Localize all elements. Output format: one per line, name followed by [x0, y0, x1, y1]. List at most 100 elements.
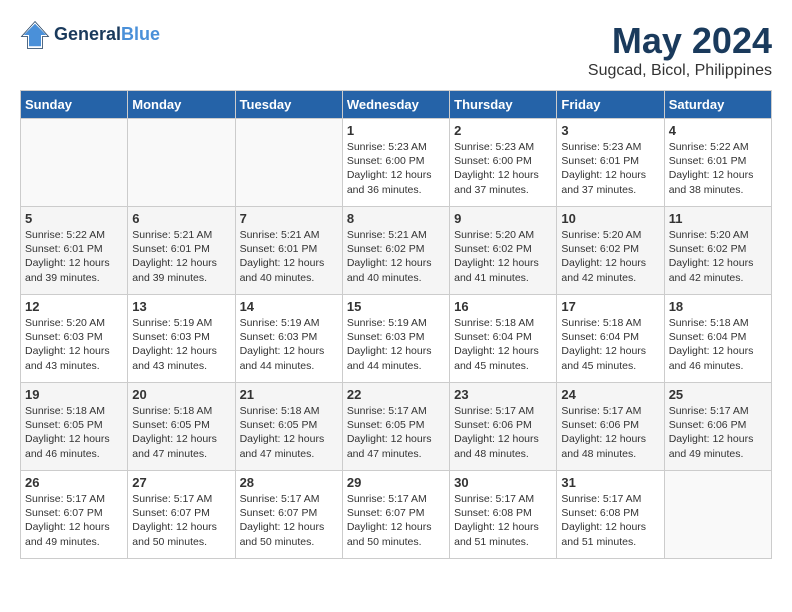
cell-content: Sunrise: 5:17 AMSunset: 6:07 PMDaylight:… — [240, 492, 338, 549]
day-number: 30 — [454, 475, 552, 490]
day-number: 25 — [669, 387, 767, 402]
calendar-cell — [128, 119, 235, 207]
cell-content: Sunrise: 5:20 AMSunset: 6:02 PMDaylight:… — [561, 228, 659, 285]
calendar-cell: 17Sunrise: 5:18 AMSunset: 6:04 PMDayligh… — [557, 295, 664, 383]
day-number: 24 — [561, 387, 659, 402]
day-number: 23 — [454, 387, 552, 402]
day-number: 13 — [132, 299, 230, 314]
calendar-week-row: 5 Sunrise: 5:22 AMSunset: 6:01 PMDaylight… — [21, 207, 772, 295]
cell-content: Sunrise: 5:23 AMSunset: 6:01 PMDaylight:… — [561, 140, 659, 197]
calendar-cell: 6 Sunrise: 5:21 AMSunset: 6:01 PMDaylight… — [128, 207, 235, 295]
calendar-cell: 8Sunrise: 5:21 AMSunset: 6:02 PMDaylight… — [342, 207, 449, 295]
page-header: GeneralBlue May 2024 Sugcad, Bicol, Phil… — [20, 20, 772, 80]
calendar-cell: 25 Sunrise: 5:17 AMSunset: 6:06 PMDayligh… — [664, 383, 771, 471]
day-of-week-header: Friday — [557, 91, 664, 119]
cell-content: Sunrise: 5:18 AMSunset: 6:05 PMDaylight:… — [132, 404, 230, 461]
day-number: 21 — [240, 387, 338, 402]
calendar-cell: 13 Sunrise: 5:19 AMSunset: 6:03 PMDayligh… — [128, 295, 235, 383]
calendar-cell: 1Sunrise: 5:23 AMSunset: 6:00 PMDaylight… — [342, 119, 449, 207]
day-number: 4 — [669, 123, 767, 138]
day-number: 3 — [561, 123, 659, 138]
calendar-cell — [21, 119, 128, 207]
cell-content: Sunrise: 5:17 AMSunset: 6:08 PMDaylight:… — [454, 492, 552, 549]
day-number: 18 — [669, 299, 767, 314]
calendar-cell: 21 Sunrise: 5:18 AMSunset: 6:05 PMDayligh… — [235, 383, 342, 471]
calendar-table: SundayMondayTuesdayWednesdayThursdayFrid… — [20, 90, 772, 559]
day-number: 31 — [561, 475, 659, 490]
day-number: 5 — [25, 211, 123, 226]
cell-content: Sunrise: 5:17 AMSunset: 6:06 PMDaylight:… — [669, 404, 767, 461]
day-of-week-header: Saturday — [664, 91, 771, 119]
title-block: May 2024 Sugcad, Bicol, Philippines — [588, 20, 772, 80]
day-number: 28 — [240, 475, 338, 490]
day-number: 7 — [240, 211, 338, 226]
calendar-cell: 18 Sunrise: 5:18 AMSunset: 6:04 PMDayligh… — [664, 295, 771, 383]
logo-text: GeneralBlue — [54, 25, 160, 45]
calendar-week-row: 1Sunrise: 5:23 AMSunset: 6:00 PMDaylight… — [21, 119, 772, 207]
cell-content: Sunrise: 5:17 AMSunset: 6:05 PMDaylight:… — [347, 404, 445, 461]
cell-content: Sunrise: 5:18 AMSunset: 6:04 PMDaylight:… — [561, 316, 659, 373]
calendar-cell: 15Sunrise: 5:19 AMSunset: 6:03 PMDayligh… — [342, 295, 449, 383]
calendar-week-row: 26Sunrise: 5:17 AMSunset: 6:07 PMDayligh… — [21, 471, 772, 559]
calendar-cell: 9 Sunrise: 5:20 AMSunset: 6:02 PMDaylight… — [450, 207, 557, 295]
day-number: 9 — [454, 211, 552, 226]
calendar-cell: 14 Sunrise: 5:19 AMSunset: 6:03 PMDayligh… — [235, 295, 342, 383]
day-of-week-header: Sunday — [21, 91, 128, 119]
calendar-cell: 20 Sunrise: 5:18 AMSunset: 6:05 PMDayligh… — [128, 383, 235, 471]
cell-content: Sunrise: 5:18 AMSunset: 6:05 PMDaylight:… — [240, 404, 338, 461]
month-title: May 2024 — [588, 20, 772, 62]
cell-content: Sunrise: 5:19 AMSunset: 6:03 PMDaylight:… — [132, 316, 230, 373]
cell-content: Sunrise: 5:19 AMSunset: 6:03 PMDaylight:… — [347, 316, 445, 373]
day-number: 12 — [25, 299, 123, 314]
calendar-week-row: 12 Sunrise: 5:20 AMSunset: 6:03 PMDayligh… — [21, 295, 772, 383]
day-number: 27 — [132, 475, 230, 490]
day-of-week-header: Monday — [128, 91, 235, 119]
calendar-cell: 28 Sunrise: 5:17 AMSunset: 6:07 PMDayligh… — [235, 471, 342, 559]
calendar-cell — [235, 119, 342, 207]
calendar-cell: 11 Sunrise: 5:20 AMSunset: 6:02 PMDayligh… — [664, 207, 771, 295]
day-of-week-header: Tuesday — [235, 91, 342, 119]
calendar-cell: 19Sunrise: 5:18 AMSunset: 6:05 PMDayligh… — [21, 383, 128, 471]
cell-content: Sunrise: 5:23 AMSunset: 6:00 PMDaylight:… — [347, 140, 445, 197]
calendar-cell: 5 Sunrise: 5:22 AMSunset: 6:01 PMDaylight… — [21, 207, 128, 295]
day-number: 16 — [454, 299, 552, 314]
calendar-cell: 12 Sunrise: 5:20 AMSunset: 6:03 PMDayligh… — [21, 295, 128, 383]
day-number: 10 — [561, 211, 659, 226]
cell-content: Sunrise: 5:20 AMSunset: 6:02 PMDaylight:… — [454, 228, 552, 285]
cell-content: Sunrise: 5:17 AMSunset: 6:06 PMDaylight:… — [454, 404, 552, 461]
cell-content: Sunrise: 5:21 AMSunset: 6:02 PMDaylight:… — [347, 228, 445, 285]
day-number: 14 — [240, 299, 338, 314]
cell-content: Sunrise: 5:23 AMSunset: 6:00 PMDaylight:… — [454, 140, 552, 197]
calendar-cell: 10 Sunrise: 5:20 AMSunset: 6:02 PMDayligh… — [557, 207, 664, 295]
calendar-cell: 16Sunrise: 5:18 AMSunset: 6:04 PMDayligh… — [450, 295, 557, 383]
cell-content: Sunrise: 5:21 AMSunset: 6:01 PMDaylight:… — [132, 228, 230, 285]
day-number: 20 — [132, 387, 230, 402]
day-number: 11 — [669, 211, 767, 226]
calendar-cell: 4 Sunrise: 5:22 AMSunset: 6:01 PMDaylight… — [664, 119, 771, 207]
calendar-body: 1Sunrise: 5:23 AMSunset: 6:00 PMDaylight… — [21, 119, 772, 559]
day-number: 6 — [132, 211, 230, 226]
calendar-cell: 29Sunrise: 5:17 AMSunset: 6:07 PMDayligh… — [342, 471, 449, 559]
calendar-cell: 7 Sunrise: 5:21 AMSunset: 6:01 PMDaylight… — [235, 207, 342, 295]
cell-content: Sunrise: 5:19 AMSunset: 6:03 PMDaylight:… — [240, 316, 338, 373]
day-of-week-header: Thursday — [450, 91, 557, 119]
cell-content: Sunrise: 5:22 AMSunset: 6:01 PMDaylight:… — [25, 228, 123, 285]
calendar-cell: 3 Sunrise: 5:23 AMSunset: 6:01 PMDaylight… — [557, 119, 664, 207]
day-number: 2 — [454, 123, 552, 138]
logo-icon — [20, 20, 50, 50]
cell-content: Sunrise: 5:22 AMSunset: 6:01 PMDaylight:… — [669, 140, 767, 197]
cell-content: Sunrise: 5:18 AMSunset: 6:04 PMDaylight:… — [669, 316, 767, 373]
calendar-cell: 31 Sunrise: 5:17 AMSunset: 6:08 PMDayligh… — [557, 471, 664, 559]
calendar-cell: 22 Sunrise: 5:17 AMSunset: 6:05 PMDayligh… — [342, 383, 449, 471]
logo: GeneralBlue — [20, 20, 160, 50]
calendar-header-row: SundayMondayTuesdayWednesdayThursdayFrid… — [21, 91, 772, 119]
cell-content: Sunrise: 5:17 AMSunset: 6:08 PMDaylight:… — [561, 492, 659, 549]
calendar-cell: 26Sunrise: 5:17 AMSunset: 6:07 PMDayligh… — [21, 471, 128, 559]
day-number: 22 — [347, 387, 445, 402]
cell-content: Sunrise: 5:20 AMSunset: 6:02 PMDaylight:… — [669, 228, 767, 285]
cell-content: Sunrise: 5:21 AMSunset: 6:01 PMDaylight:… — [240, 228, 338, 285]
calendar-cell — [664, 471, 771, 559]
cell-content: Sunrise: 5:20 AMSunset: 6:03 PMDaylight:… — [25, 316, 123, 373]
calendar-cell: 27Sunrise: 5:17 AMSunset: 6:07 PMDayligh… — [128, 471, 235, 559]
cell-content: Sunrise: 5:17 AMSunset: 6:07 PMDaylight:… — [25, 492, 123, 549]
